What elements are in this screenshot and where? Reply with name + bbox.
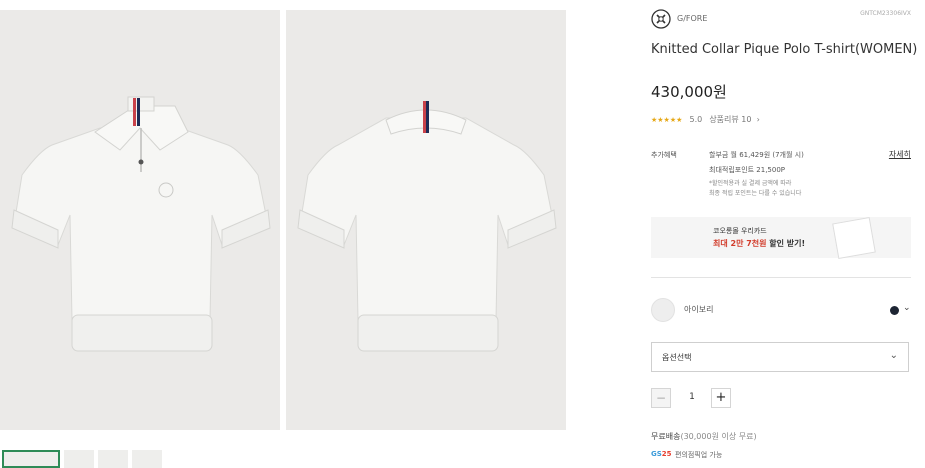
thumbnail-front[interactable] <box>2 450 60 468</box>
benefits-label: 추가혜택 <box>651 151 677 159</box>
chevron-right-icon: › <box>756 115 760 124</box>
installment-info: 할부금 월 61,429원 (7개월 시) <box>709 151 804 159</box>
shipping-label: 무료배송 <box>651 432 681 441</box>
color-label: 아이보리 <box>684 305 714 314</box>
points-note-1: *할인적용과 실 결제 금액에 따라 <box>709 180 792 187</box>
benefits-detail-link[interactable]: 자세히 <box>889 149 911 160</box>
rating-stars: ★★★★★ <box>651 116 683 124</box>
product-photo-back[interactable] <box>286 10 566 430</box>
thumbnail-back[interactable] <box>64 450 94 468</box>
card-promo-highlight: 최대 2만 7천원 <box>713 239 767 248</box>
quantity-minus-button[interactable]: − <box>651 388 671 408</box>
brand-row: G/FORE GNTCM23306IVX <box>651 9 911 31</box>
chevron-down-icon: ⌄ <box>889 350 898 361</box>
divider <box>651 277 911 278</box>
gs25-logo-icon: GS25 <box>651 450 672 458</box>
product-photo-front[interactable] <box>0 10 280 430</box>
card-promo-rest: 할인 받기! <box>766 239 806 248</box>
quantity-value: 1 <box>689 392 695 402</box>
shipping-condition: (30,000원 이상 무료) <box>680 432 757 441</box>
chevron-down-icon[interactable]: ⌄ <box>903 303 911 313</box>
card-promo-banner[interactable]: 코오롱몰 우리카드 최대 2만 7천원 할인 받기! <box>651 216 911 260</box>
quantity-plus-button[interactable]: + <box>711 388 731 408</box>
points-note-2: 최종 적립 포인트는 다를 수 있습니다 <box>709 190 802 197</box>
card-promo-text: 최대 2만 7천원 할인 받기! <box>713 238 805 249</box>
product-price: 430,000원 <box>651 83 727 101</box>
polo-front-image <box>11 96 271 352</box>
review-count: 상품리뷰 10 <box>709 115 752 124</box>
color-swatch[interactable] <box>651 298 675 322</box>
pickup-info: 편의점픽업 가능 <box>675 451 723 459</box>
thumbnail-detail-2[interactable] <box>132 450 162 468</box>
product-code: GNTCM23306IVX <box>860 10 911 17</box>
gfore-logo-icon[interactable] <box>651 9 671 29</box>
card-promo-title: 코오롱몰 우리카드 <box>713 227 767 235</box>
points-info: 최대적립포인트 21,500P <box>709 166 786 174</box>
polo-back-image <box>297 101 557 352</box>
thumbnail-detail-1[interactable] <box>98 450 128 468</box>
rating-row[interactable]: ★★★★★ 5.0 상품리뷰 10 › <box>651 107 760 124</box>
product-title: Knitted Collar Pique Polo T-shirt(WOMEN) <box>651 42 918 57</box>
selected-color-dot[interactable] <box>890 306 899 315</box>
option-placeholder: 옵션선택 <box>662 353 692 362</box>
shipping-info: 무료배송(30,000원 이상 무료) <box>651 431 757 442</box>
option-select[interactable]: 옵션선택 ⌄ <box>651 342 909 372</box>
product-info-panel: G/FORE GNTCM23306IVX Knitted Collar Piqu… <box>651 0 917 468</box>
rating-score: 5.0 <box>689 115 703 124</box>
brand-name[interactable]: G/FORE <box>677 14 707 23</box>
credit-card-icon <box>832 216 876 260</box>
